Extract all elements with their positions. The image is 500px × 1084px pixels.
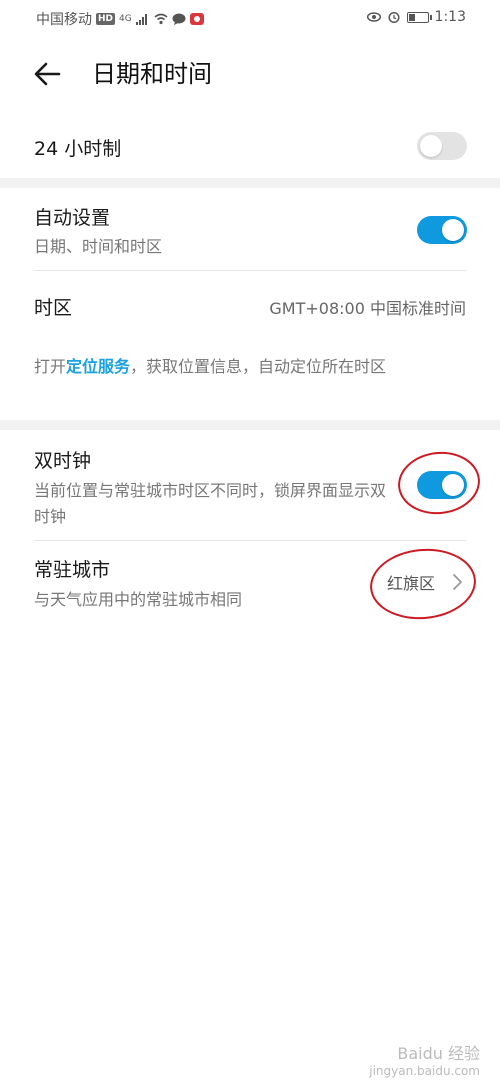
location-hint-prefix: 打开 — [34, 357, 67, 376]
toggle-knob — [442, 219, 464, 241]
watermark: Baidu 经验 jingyan.baidu.com — [369, 1040, 480, 1078]
back-arrow-icon[interactable] — [30, 56, 66, 92]
setting-dual-clock-sublabel: 当前位置与常驻城市时区不同时，锁屏界面显示双时钟 — [34, 481, 387, 526]
network-type: 4G — [119, 14, 132, 24]
timezone-value: GMT+08:00 中国标准时间 — [269, 299, 466, 318]
message-icon — [172, 13, 186, 25]
location-service-link[interactable]: 定位服务 — [66, 357, 130, 376]
status-left: 中国移动 HD 4G — [36, 9, 204, 29]
wifi-icon — [154, 13, 168, 25]
eye-icon — [366, 12, 381, 22]
section-divider — [0, 178, 500, 188]
toggle-knob — [420, 135, 442, 157]
hd-badge: HD — [96, 13, 116, 25]
page-title: 日期和时间 — [92, 60, 212, 88]
setting-timezone-label: 时区 — [34, 297, 73, 319]
setting-24-hour-label: 24 小时制 — [34, 138, 122, 160]
toggle-auto[interactable] — [417, 216, 467, 244]
setting-auto-label: 自动设置 — [34, 207, 111, 229]
alarm-icon — [387, 11, 400, 23]
watermark-url: jingyan.baidu.com — [369, 1064, 480, 1078]
watermark-logo-text: Baidu 经验 — [397, 1044, 480, 1063]
annotation-circle — [394, 447, 484, 519]
setting-home-city-sublabel: 与天气应用中的常驻城市相同 — [34, 590, 243, 609]
location-hint-suffix: ，获取位置信息，自动定位所在时区 — [130, 357, 387, 376]
setting-dual-clock-label: 双时钟 — [34, 450, 92, 472]
setting-24-hour[interactable]: 24 小时制 — [0, 114, 500, 178]
clock-time: 1:13 — [434, 9, 466, 25]
setting-auto-sublabel: 日期、时间和时区 — [34, 237, 163, 256]
setting-dual-clock[interactable]: 双时钟 当前位置与常驻城市时区不同时，锁屏界面显示双时钟 — [0, 430, 500, 540]
status-right: 1:13 — [366, 9, 466, 25]
status-bar: 中国移动 HD 4G 1:13 — [0, 0, 500, 34]
app-header: 日期和时间 — [0, 34, 500, 114]
location-hint: 打开定位服务，获取位置信息，自动定位所在时区 — [34, 353, 464, 381]
setting-home-city-label: 常驻城市 — [34, 559, 111, 581]
signal-icon — [135, 14, 147, 25]
setting-home-city[interactable]: 常驻城市 与天气应用中的常驻城市相同 红旗区 — [0, 541, 500, 624]
setting-timezone[interactable]: 时区 GMT+08:00 中国标准时间 — [0, 271, 500, 337]
battery-icon — [406, 11, 432, 23]
section-divider — [0, 420, 500, 430]
toggle-24-hour[interactable] — [417, 132, 467, 160]
annotation-circle — [367, 544, 479, 624]
setting-auto[interactable]: 自动设置 日期、时间和时区 — [0, 188, 500, 270]
app-notification-icon — [189, 13, 204, 25]
carrier-name: 中国移动 — [36, 12, 92, 28]
